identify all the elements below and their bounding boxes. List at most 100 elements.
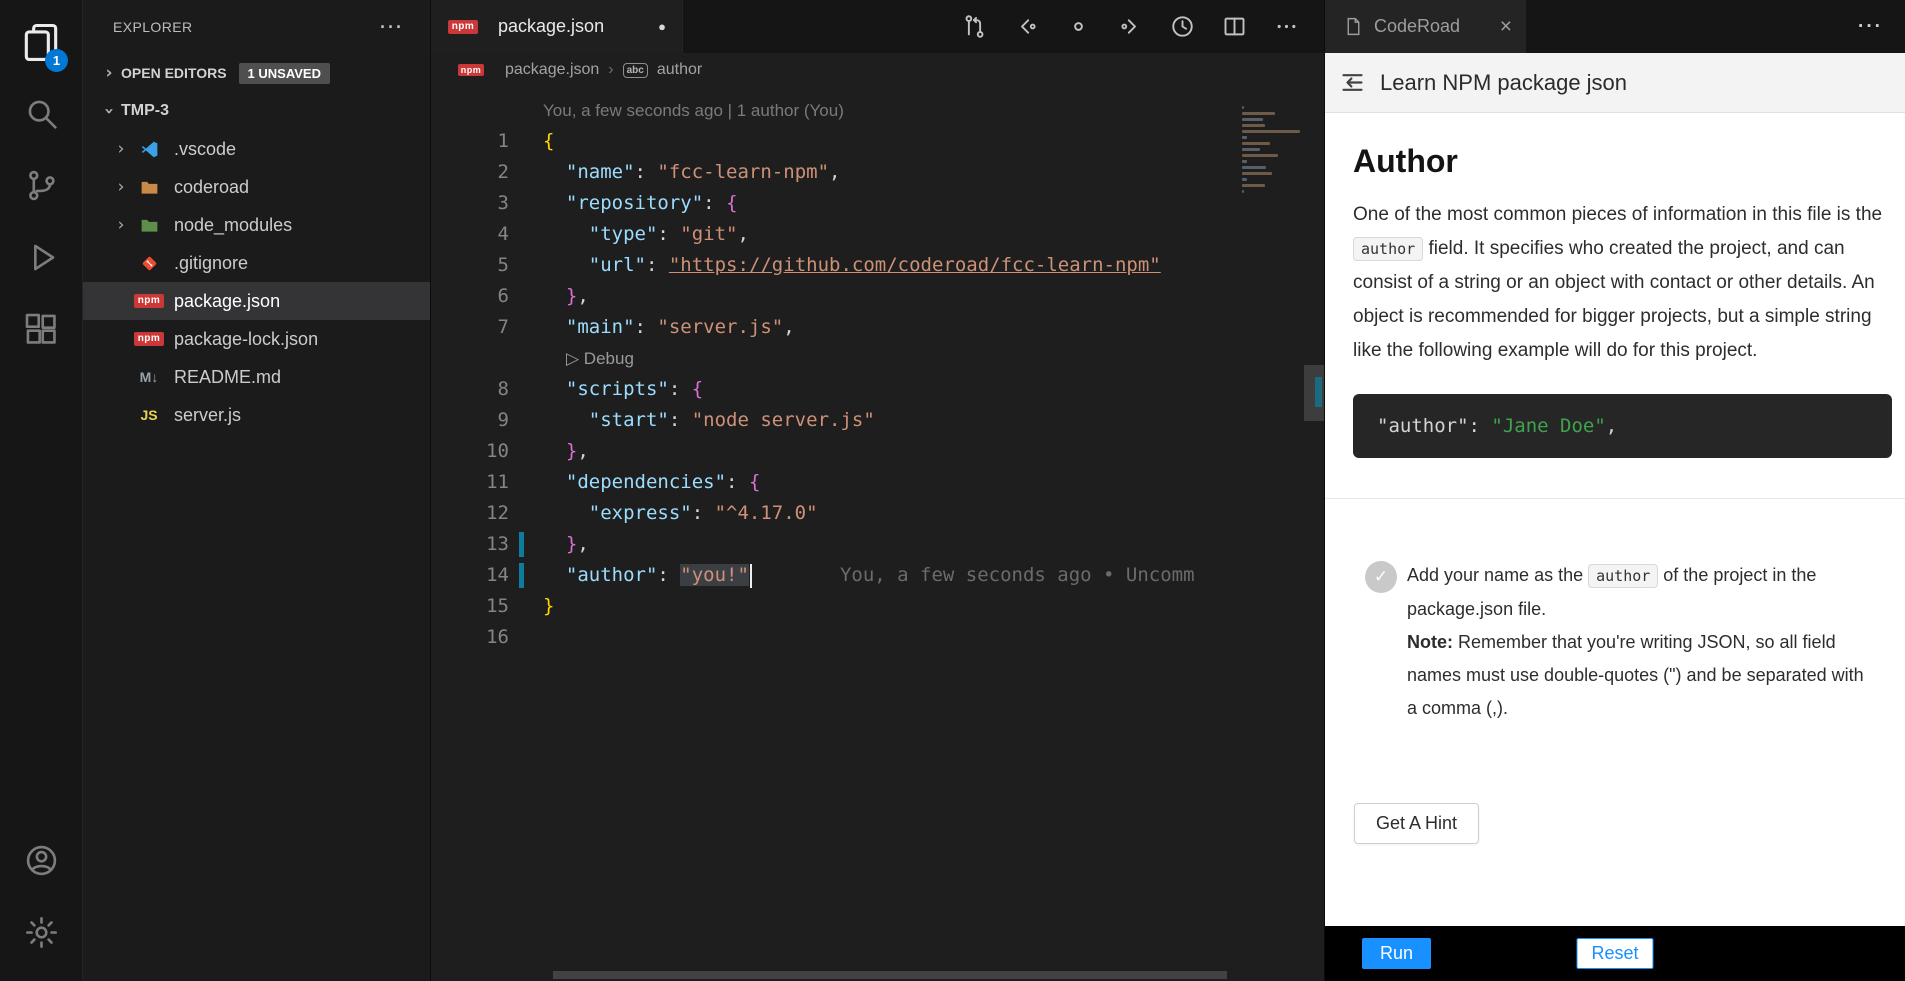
code-line-9[interactable]: 9 "start": "node server.js"	[431, 405, 1324, 436]
npm-icon: npm	[133, 328, 165, 350]
activity-explorer-button[interactable]: 1	[10, 8, 72, 80]
line-number: 7	[431, 312, 509, 343]
editor-tab-bar: npm package.json ●	[431, 0, 1324, 53]
lesson-title: Learn NPM package json	[1380, 70, 1627, 96]
line-number: 9	[431, 405, 509, 436]
chevron-down-icon: ›	[99, 99, 119, 123]
code-line-11[interactable]: 11 "dependencies": {	[431, 467, 1324, 498]
code-line-12[interactable]: 12 "express": "^4.17.0"	[431, 498, 1324, 529]
run-button[interactable]: Run	[1362, 938, 1431, 969]
chevron-right-icon: ›	[109, 215, 133, 235]
symbol-string-icon: abc	[623, 63, 648, 78]
vscode-folder-icon	[133, 138, 165, 160]
split-editor-icon[interactable]	[1212, 7, 1256, 47]
file-item-.gitignore[interactable]: .gitignore	[83, 244, 430, 282]
sidebar-more-icon[interactable]: ···	[380, 17, 404, 38]
file-item-.vscode[interactable]: ›.vscode	[83, 130, 430, 168]
lesson-header: Learn NPM package json	[1325, 53, 1905, 113]
line-number: 15	[431, 591, 509, 622]
more-actions-icon[interactable]	[1264, 7, 1308, 47]
horizontal-scrollbar-thumb[interactable]	[553, 971, 1227, 979]
line-number: 2	[431, 157, 509, 188]
modified-gutter-indicator	[519, 563, 524, 588]
activity-account-button[interactable]	[10, 827, 72, 899]
reset-button[interactable]: Reset	[1576, 938, 1653, 969]
settings-icon	[23, 914, 60, 956]
js-icon: JS	[133, 404, 165, 426]
code-line-1[interactable]: 1{	[431, 126, 1324, 157]
activity-search-button[interactable]	[10, 80, 72, 152]
folder-green-icon	[133, 214, 165, 236]
coderoad-panel: CodeRoad × ··· Learn NPM package json Au…	[1324, 0, 1905, 981]
close-icon[interactable]: ×	[1500, 15, 1512, 39]
tab-coderoad[interactable]: CodeRoad ×	[1325, 0, 1526, 53]
code-line-5[interactable]: 5 "url": "https://github.com/coderoad/fc…	[431, 250, 1324, 281]
minimap[interactable]	[1238, 95, 1304, 981]
tab-package-json[interactable]: npm package.json ●	[431, 0, 683, 53]
vscode-window: 1 EXPLORER ··· › OPEN EDITORS 1 UNSAVED …	[0, 0, 1905, 981]
example-code-block: "author": "Jane Doe",	[1353, 394, 1892, 458]
code-line-13[interactable]: 13 },	[431, 529, 1324, 560]
section-divider	[1325, 498, 1905, 499]
file-item-coderoad[interactable]: ›coderoad	[83, 168, 430, 206]
file-item-README.md[interactable]: M↓README.md	[83, 358, 430, 396]
workspace-root-folder[interactable]: › TMP-3	[83, 92, 430, 130]
code-line-10[interactable]: 10 },	[431, 436, 1324, 467]
overview-ruler-modified-mark	[1315, 377, 1322, 407]
source-control-icon	[23, 167, 60, 209]
explorer-sidebar: EXPLORER ··· › OPEN EDITORS 1 UNSAVED › …	[83, 0, 431, 981]
modified-gutter-indicator	[519, 532, 524, 557]
code-line-7[interactable]: 7 "main": "server.js",	[431, 312, 1324, 343]
code-line-4[interactable]: 4 "type": "git",	[431, 219, 1324, 250]
file-icon	[1343, 16, 1364, 37]
line-number: 16	[431, 622, 509, 653]
activity-source-control-button[interactable]	[10, 152, 72, 224]
activity-extensions-button[interactable]	[10, 296, 72, 368]
code-line-3[interactable]: 3 "repository": {	[431, 188, 1324, 219]
history-icon[interactable]	[1160, 7, 1204, 47]
get-a-hint-button[interactable]: Get A Hint	[1354, 803, 1479, 844]
inline-code-chip: author	[1353, 237, 1423, 261]
file-label: package-lock.json	[174, 329, 318, 350]
breadcrumb-file[interactable]: package.json	[505, 61, 599, 79]
next-change-icon[interactable]	[1108, 7, 1152, 47]
code-line-6[interactable]: 6 },	[431, 281, 1324, 312]
lesson-content: Author One of the most common pieces of …	[1325, 113, 1905, 926]
line-number: 6	[431, 281, 509, 312]
file-label: coderoad	[174, 177, 249, 198]
gitlens-inline-blame: You, a few seconds ago • Uncomm	[840, 564, 1195, 586]
file-item-server.js[interactable]: JS server.js	[83, 396, 430, 434]
codelens-debug[interactable]: ▷ Debug	[431, 343, 1324, 374]
git-icon	[133, 252, 165, 274]
open-editors-section[interactable]: › OPEN EDITORS 1 UNSAVED	[83, 54, 430, 92]
activity-run-debug-button[interactable]	[10, 224, 72, 296]
activity-settings-button[interactable]	[10, 899, 72, 971]
chevron-right-icon: ›	[109, 139, 133, 159]
code-lines: 1{2 "name": "fcc-learn-npm",3 "repositor…	[431, 126, 1324, 653]
file-item-package.json[interactable]: npmpackage.json	[83, 282, 430, 320]
breadcrumb-symbol[interactable]: author	[657, 61, 702, 79]
prev-change-icon[interactable]	[1004, 7, 1048, 47]
coderoad-webview: Learn NPM package json Author One of the…	[1325, 53, 1905, 981]
activity-bar: 1	[0, 0, 83, 981]
git-compare-icon[interactable]	[952, 7, 996, 47]
code-line-14[interactable]: 14 "author": "you!"You, a few seconds ag…	[431, 560, 1324, 591]
sidebar-title: EXPLORER	[113, 19, 192, 35]
code-line-16[interactable]: 16	[431, 622, 1324, 653]
code-line-15[interactable]: 15}	[431, 591, 1324, 622]
panel-tab-bar: CodeRoad × ···	[1325, 0, 1905, 53]
lesson-paragraph: One of the most common pieces of informa…	[1353, 198, 1891, 368]
file-label: server.js	[174, 405, 241, 426]
gitlens-file-annotation[interactable]: You, a few seconds ago | 1 author (You)	[431, 95, 1324, 126]
code-line-8[interactable]: 8 "scripts": {	[431, 374, 1324, 405]
toc-back-icon[interactable]	[1339, 69, 1366, 96]
file-item-node_modules[interactable]: ›node_modules	[83, 206, 430, 244]
task-check-icon: ✓	[1365, 561, 1397, 593]
code-line-2[interactable]: 2 "name": "fcc-learn-npm",	[431, 157, 1324, 188]
open-change-icon[interactable]	[1056, 7, 1100, 47]
panel-more-icon[interactable]: ···	[1858, 16, 1905, 38]
file-item-package-lock.json[interactable]: npm package-lock.json	[83, 320, 430, 358]
lesson-heading: Author	[1353, 143, 1891, 180]
task-item: ✓ Add your name as the author of the pro…	[1353, 559, 1891, 725]
unsaved-dot-icon[interactable]: ●	[658, 19, 666, 34]
